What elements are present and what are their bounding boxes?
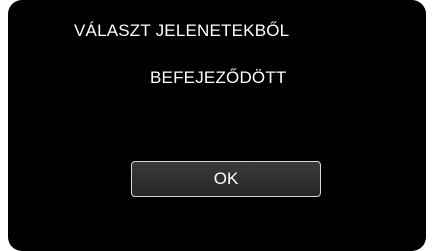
ok-button-label: OK	[213, 169, 239, 188]
camera-dialog-screen: VÁLASZT JELENETEKBŐL BEFEJEZŐDÖTT OK	[8, 0, 426, 251]
ok-button[interactable]: OK	[131, 161, 321, 197]
dialog-title: VÁLASZT JELENETEKBŐL	[74, 21, 290, 40]
completion-message: BEFEJEZŐDÖTT	[150, 68, 287, 87]
